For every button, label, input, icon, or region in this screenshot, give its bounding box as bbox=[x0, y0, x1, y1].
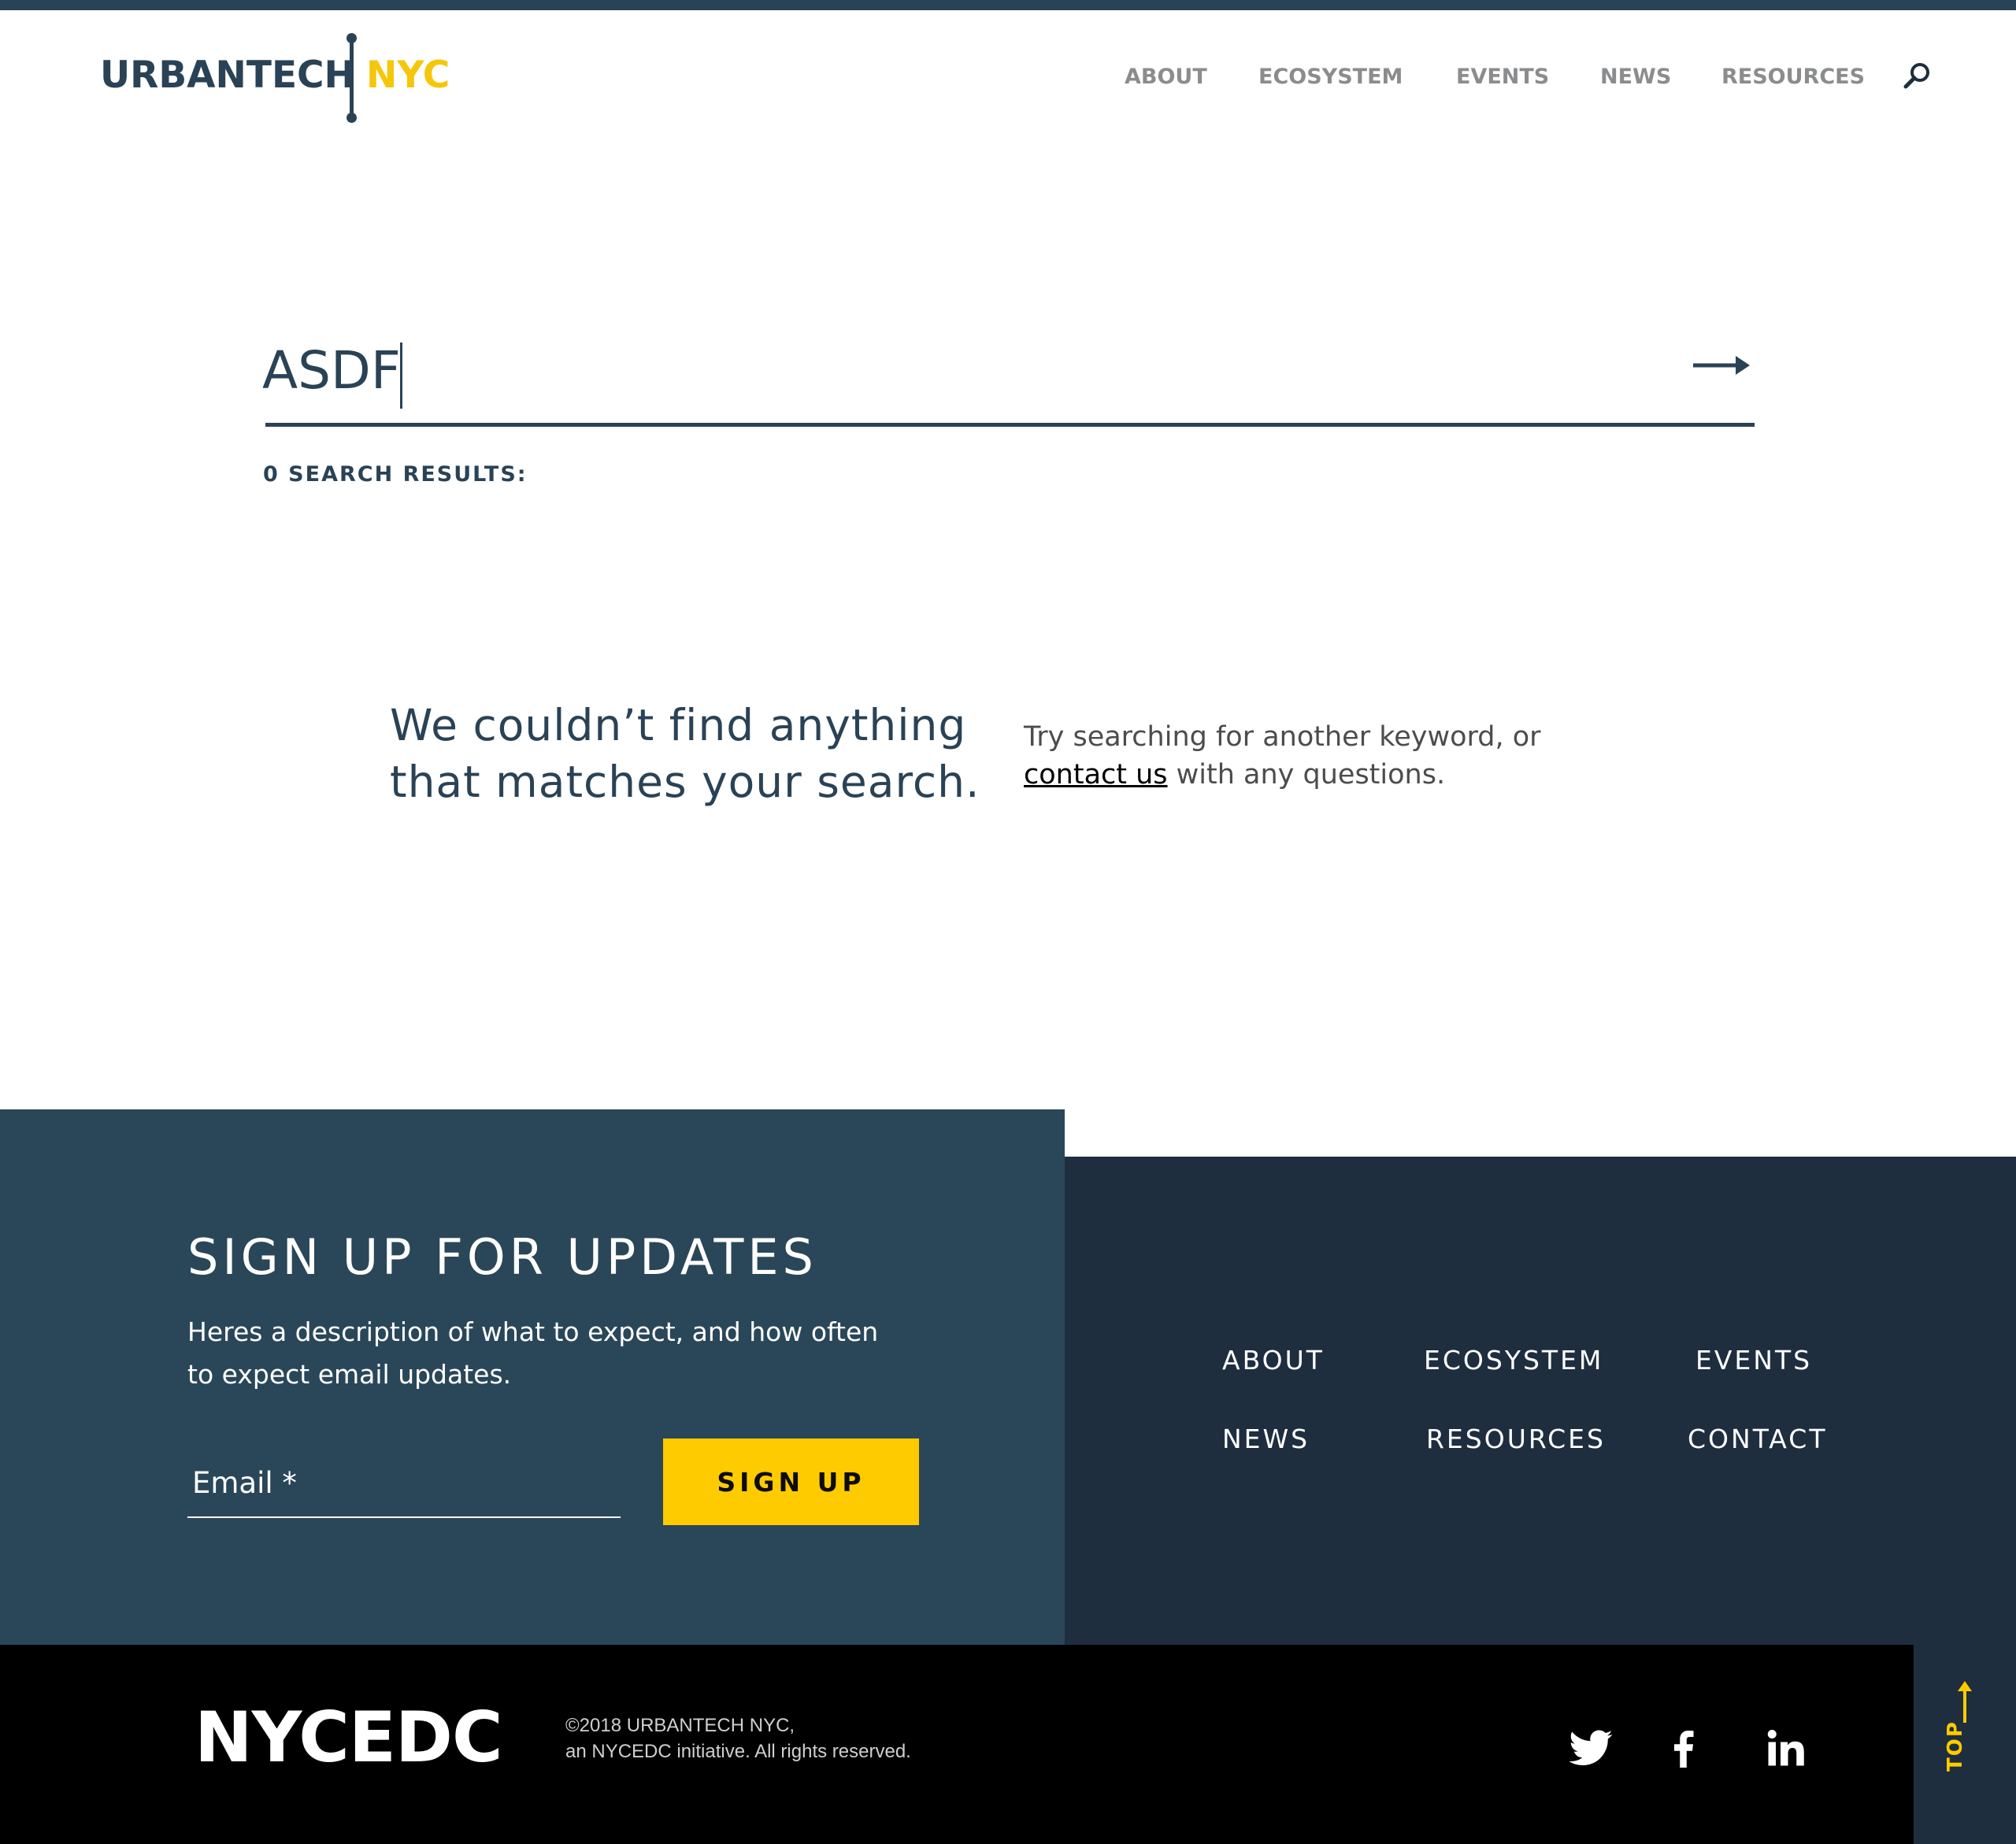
footer-nav-news[interactable]: NEWS bbox=[1222, 1424, 1310, 1454]
back-to-top-label: TOP bbox=[1944, 1720, 1967, 1772]
footer-nav-ecosystem[interactable]: ECOSYSTEM bbox=[1424, 1345, 1603, 1376]
signup-button[interactable]: SIGN UP bbox=[663, 1439, 919, 1525]
email-field[interactable] bbox=[187, 1449, 621, 1518]
no-results-text-after: with any questions. bbox=[1167, 759, 1446, 791]
main-nav: ABOUT ECOSYSTEM EVENTS NEWS RESOURCES bbox=[0, 65, 2016, 93]
footer-nav-panel bbox=[1065, 1157, 2016, 1645]
footer-nav-events[interactable]: EVENTS bbox=[1695, 1345, 1812, 1376]
search-results-count: 0 SEARCH RESULTS: bbox=[263, 462, 528, 487]
footer-nav-contact[interactable]: CONTACT bbox=[1688, 1424, 1828, 1454]
twitter-icon[interactable] bbox=[1567, 1724, 1614, 1772]
copyright: ©2018 URBANTECH NYC, an NYCEDC initiativ… bbox=[565, 1713, 911, 1764]
arrow-right-icon[interactable] bbox=[1692, 351, 1751, 380]
facebook-icon[interactable] bbox=[1660, 1724, 1707, 1772]
no-results-heading: We couldn’t find anything that matches y… bbox=[390, 700, 980, 807]
nycedc-logo[interactable]: NYCEDC bbox=[195, 1697, 503, 1778]
copyright-line-1: ©2018 URBANTECH NYC, bbox=[565, 1715, 795, 1736]
nav-ecosystem[interactable]: ECOSYSTEM bbox=[1258, 65, 1403, 89]
nav-resources[interactable]: RESOURCES bbox=[1721, 65, 1865, 89]
top-accent-bar bbox=[0, 0, 2016, 10]
footer-nav-resources[interactable]: RESOURCES bbox=[1426, 1424, 1606, 1454]
text-caret bbox=[400, 343, 402, 409]
search-underline bbox=[265, 423, 1755, 427]
nav-about[interactable]: ABOUT bbox=[1125, 65, 1207, 89]
linkedin-icon[interactable] bbox=[1762, 1724, 1810, 1772]
arrow-up-icon bbox=[1958, 1681, 1972, 1723]
signup-description: Heres a description of what to expect, a… bbox=[187, 1316, 879, 1390]
search-input-value[interactable]: ASDF bbox=[262, 340, 401, 401]
copyright-line-2: an NYCEDC initiative. All rights reserve… bbox=[565, 1741, 911, 1762]
footer-nav-about[interactable]: ABOUT bbox=[1222, 1345, 1325, 1376]
nav-news[interactable]: NEWS bbox=[1600, 65, 1671, 89]
search-icon[interactable] bbox=[1899, 60, 1934, 94]
no-results-message: Try searching for another keyword, or co… bbox=[1024, 718, 1638, 794]
signup-title: SIGN UP FOR UPDATES bbox=[187, 1228, 817, 1286]
no-results-text-before: Try searching for another keyword, or bbox=[1024, 721, 1541, 753]
nav-events[interactable]: EVENTS bbox=[1456, 65, 1549, 89]
contact-us-link[interactable]: contact us bbox=[1024, 759, 1168, 791]
logo-divider-dot-bottom bbox=[346, 113, 357, 123]
